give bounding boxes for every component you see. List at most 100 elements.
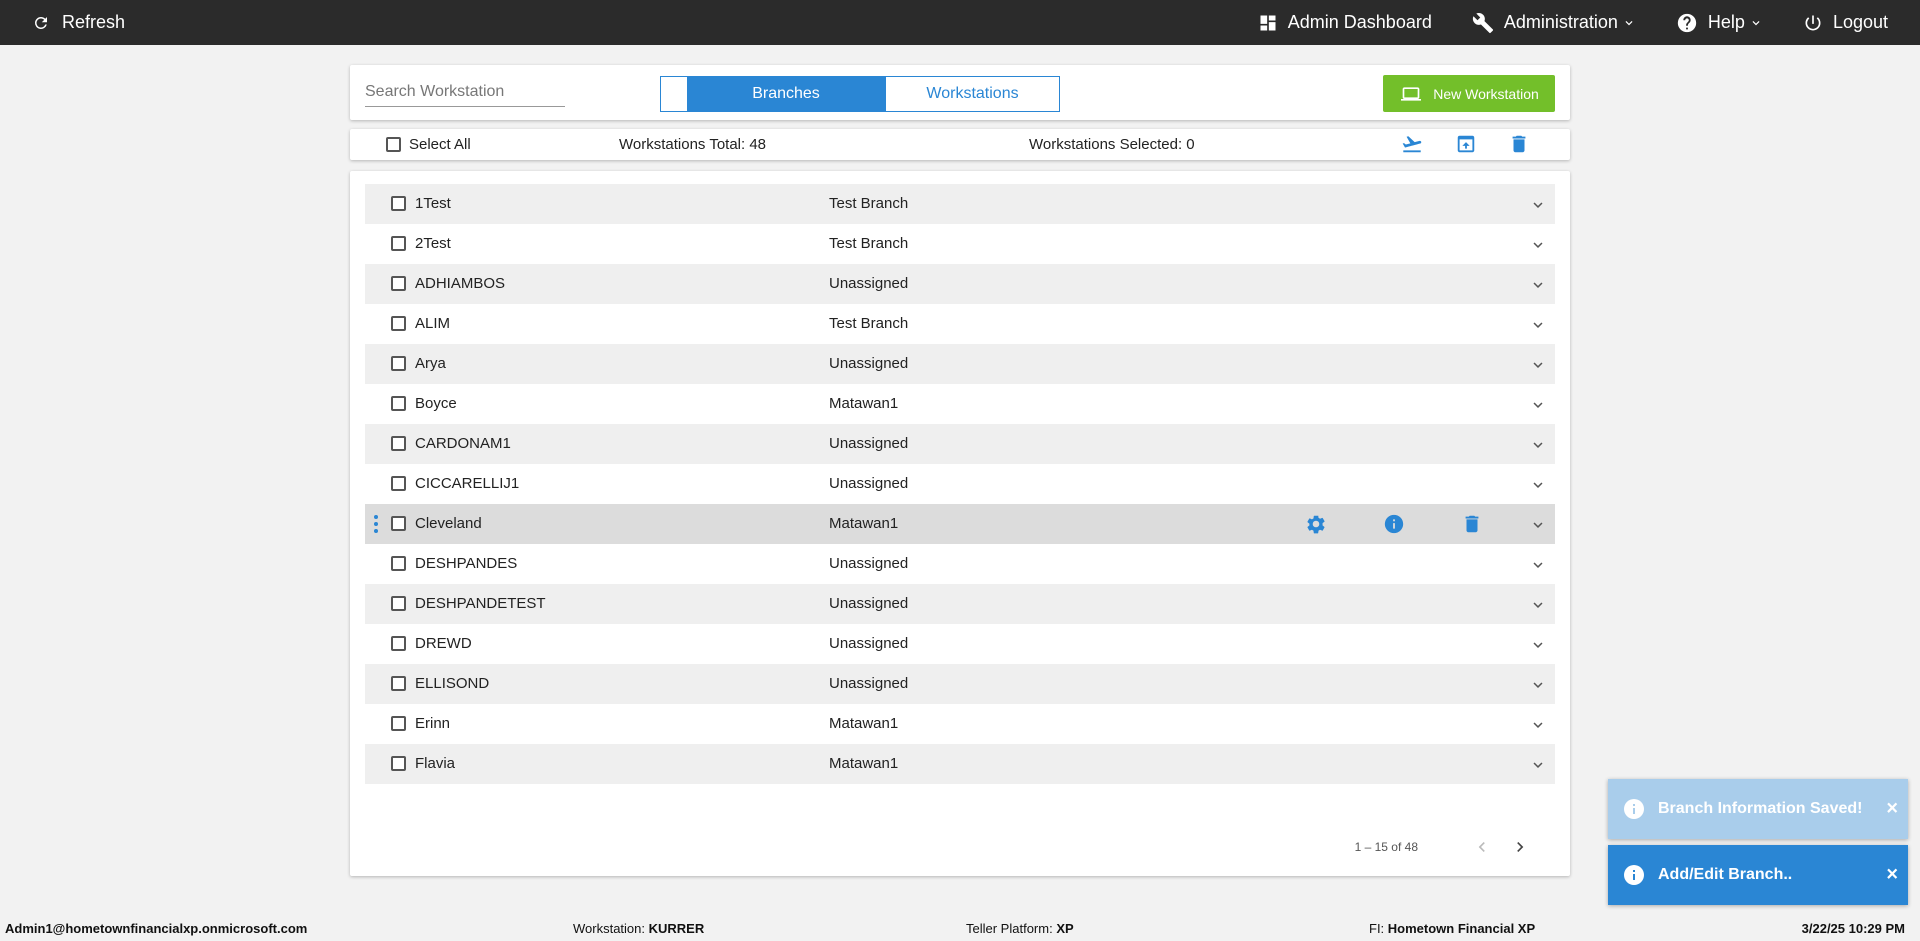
chevron-down-icon[interactable]	[1529, 356, 1547, 378]
logout-button[interactable]: Logout	[1803, 12, 1888, 33]
workstation-name: Flavia	[415, 755, 456, 772]
row-checkbox[interactable]	[391, 756, 406, 771]
toggle-spacer	[661, 77, 687, 111]
table-row[interactable]: DESHPANDETEST Unassigned	[365, 584, 1555, 624]
row-checkbox[interactable]	[391, 476, 406, 491]
row-checkbox[interactable]	[391, 716, 406, 731]
help-icon	[1677, 13, 1697, 32]
chevron-down-icon[interactable]	[1529, 196, 1547, 218]
workstations-selected: Workstations Selected: 0	[1029, 136, 1195, 153]
row-checkbox[interactable]	[391, 356, 406, 371]
upload-icon[interactable]	[1454, 133, 1478, 155]
table-row[interactable]: Erinn Matawan1	[365, 704, 1555, 744]
checkbox[interactable]	[386, 137, 401, 152]
chevron-down-icon[interactable]	[1529, 236, 1547, 258]
toast-message: Add/Edit Branch..	[1658, 866, 1793, 883]
footer-user: Admin1@hometownfinancialxp.onmicrosoft.c…	[5, 921, 308, 936]
table-row[interactable]: Flavia Matawan1	[365, 744, 1555, 784]
next-page-button[interactable]	[1510, 837, 1530, 857]
table-row[interactable]: Arya Unassigned	[365, 344, 1555, 384]
chevron-down-icon[interactable]	[1529, 316, 1547, 338]
row-checkbox[interactable]	[391, 636, 406, 651]
workstation-name: ALIM	[415, 315, 451, 332]
workstation-branch: Unassigned	[829, 355, 909, 372]
select-all-checkbox[interactable]: Select All	[386, 136, 471, 153]
workstation-branch: Unassigned	[829, 475, 909, 492]
help-menu[interactable]: Help	[1676, 12, 1763, 34]
row-checkbox[interactable]	[391, 676, 406, 691]
chevron-down-icon[interactable]	[1529, 276, 1547, 298]
gear-icon[interactable]	[1305, 513, 1327, 535]
info-icon	[1622, 797, 1646, 821]
chevron-down-icon[interactable]	[1529, 636, 1547, 658]
chevron-down-icon[interactable]	[1529, 436, 1547, 458]
table-row[interactable]: ADHIAMBOS Unassigned	[365, 264, 1555, 304]
table-row[interactable]: 1Test Test Branch	[365, 184, 1555, 224]
row-checkbox[interactable]	[391, 316, 406, 331]
workstation-name: Erinn	[415, 715, 451, 732]
trash-icon[interactable]	[1461, 513, 1483, 535]
workstation-name: DREWD	[415, 635, 472, 652]
admin-dashboard-link[interactable]: Admin Dashboard	[1258, 12, 1432, 33]
admin-dashboard-label: Admin Dashboard	[1287, 12, 1432, 32]
row-checkbox[interactable]	[391, 556, 406, 571]
trash-icon[interactable]	[1508, 133, 1530, 155]
power-icon	[1805, 15, 1821, 31]
table-row[interactable]: ALIM Test Branch	[365, 304, 1555, 344]
table-row[interactable]: CICCARELLIJ1 Unassigned	[365, 464, 1555, 504]
chevron-down-icon[interactable]	[1529, 716, 1547, 738]
workstation-name: Arya	[415, 355, 446, 372]
table-row[interactable]: ELLISOND Unassigned	[365, 664, 1555, 704]
more-vert-icon[interactable]	[373, 514, 379, 538]
tab-workstations[interactable]: Workstations	[885, 77, 1059, 111]
workstation-branch: Matawan1	[829, 395, 899, 412]
info-icon	[1622, 863, 1646, 887]
chevron-down-icon[interactable]	[1529, 756, 1547, 778]
workstation-header-card: Branches Workstations New Workstation	[350, 65, 1570, 120]
chevron-down-icon[interactable]	[1529, 516, 1547, 538]
table-row[interactable]: Cleveland Matawan1	[365, 504, 1555, 544]
airplane-icon[interactable]	[1400, 133, 1424, 155]
workstation-branch: Unassigned	[829, 635, 909, 652]
workstation-name: 2Test	[415, 235, 451, 252]
footer-platform: Teller Platform: XP	[966, 921, 1074, 936]
workstation-name: Boyce	[415, 395, 457, 412]
row-checkbox[interactable]	[391, 396, 406, 411]
tab-branches[interactable]: Branches	[687, 77, 885, 111]
row-checkbox[interactable]	[391, 596, 406, 611]
new-workstation-button[interactable]: New Workstation	[1383, 75, 1555, 112]
row-checkbox[interactable]	[391, 516, 406, 531]
administration-menu[interactable]: Administration	[1472, 12, 1636, 34]
row-checkbox[interactable]	[391, 236, 406, 251]
help-label: Help	[1707, 12, 1745, 32]
prev-page-button[interactable]	[1472, 837, 1492, 857]
table-row[interactable]: DREWD Unassigned	[365, 624, 1555, 664]
toast-close-button[interactable]: ×	[1886, 798, 1898, 821]
pagination: 1 – 15 of 48	[1355, 837, 1530, 857]
info-icon[interactable]	[1383, 513, 1405, 535]
refresh-button[interactable]: Refresh	[32, 12, 125, 33]
select-all-label: Select All	[409, 136, 471, 153]
wrench-icon	[1472, 12, 1493, 33]
table-row[interactable]: DESHPANDES Unassigned	[365, 544, 1555, 584]
workstations-total: Workstations Total: 48	[619, 136, 767, 153]
table-row[interactable]: Boyce Matawan1	[365, 384, 1555, 424]
chevron-down-icon[interactable]	[1529, 476, 1547, 498]
row-checkbox[interactable]	[391, 436, 406, 451]
search-input[interactable]	[365, 81, 565, 107]
toast-close-button[interactable]: ×	[1886, 864, 1898, 887]
chevron-down-icon[interactable]	[1529, 596, 1547, 618]
table-row[interactable]: 2Test Test Branch	[365, 224, 1555, 264]
table-row[interactable]: CARDONAM1 Unassigned	[365, 424, 1555, 464]
workstation-name: CARDONAM1	[415, 435, 511, 452]
row-checkbox[interactable]	[391, 276, 406, 291]
chevron-down-icon[interactable]	[1529, 556, 1547, 578]
chevron-down-icon[interactable]	[1529, 396, 1547, 418]
dashboard-icon	[1260, 15, 1276, 30]
chevron-down-icon	[1625, 20, 1633, 25]
workstation-name: 1Test	[415, 195, 451, 212]
workstation-branch: Unassigned	[829, 595, 909, 612]
row-checkbox[interactable]	[391, 196, 406, 211]
workstation-branch: Test Branch	[829, 315, 909, 332]
chevron-down-icon[interactable]	[1529, 676, 1547, 698]
